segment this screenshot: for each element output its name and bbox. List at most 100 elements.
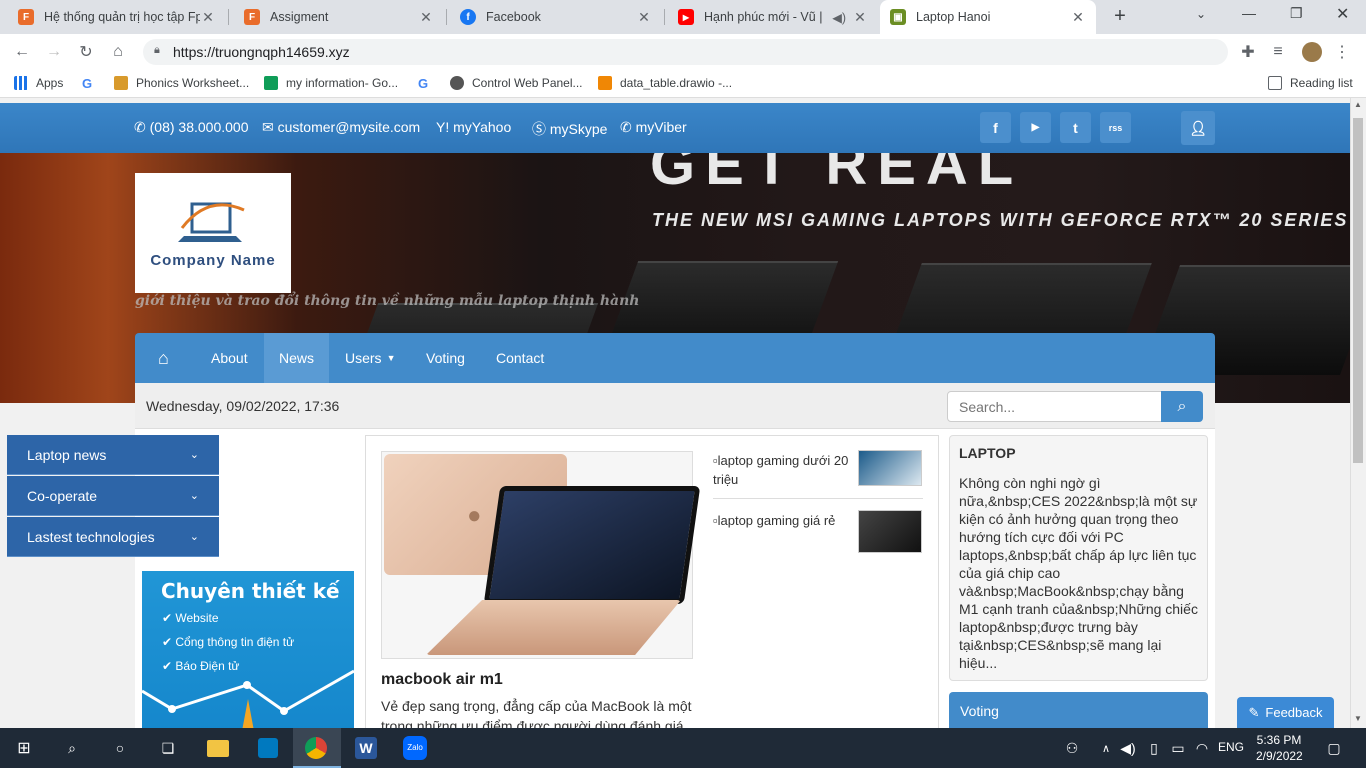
task-view-icon[interactable]: ❏ xyxy=(154,734,182,762)
chrome-icon xyxy=(305,737,327,759)
bookmark-cwp[interactable]: Control Web Panel... xyxy=(450,76,583,90)
file-explorer-icon[interactable] xyxy=(204,734,232,762)
apple-logo-icon: ● xyxy=(467,502,482,529)
windows-start-icon[interactable]: ⊞ xyxy=(10,734,38,762)
wifi-icon[interactable]: ◠ xyxy=(1188,734,1216,762)
cortana-icon[interactable]: ○ xyxy=(106,734,134,762)
tab-search-icon[interactable]: ⌄ xyxy=(1196,7,1206,21)
browser-tab[interactable]: F Hệ thống quản trị học tập Fp ✕ xyxy=(8,0,226,34)
home-icon[interactable]: ⌂ xyxy=(104,38,132,66)
new-tab-icon[interactable]: + xyxy=(1108,5,1132,29)
browser-tab-active[interactable]: ▣ Laptop Hanoi ✕ xyxy=(880,0,1096,34)
address-bar[interactable]: 🔒︎ https://truongnqph14659.xyz xyxy=(143,39,1228,65)
site-icon: ▣ xyxy=(890,9,906,25)
rss-icon[interactable]: rss xyxy=(1100,112,1131,143)
close-tab-icon[interactable]: ✕ xyxy=(636,9,652,26)
bookmark-my-information[interactable]: my information- Go... xyxy=(264,76,398,90)
speaker-icon[interactable]: ◀) xyxy=(832,10,846,25)
minimize-icon[interactable]: — xyxy=(1242,5,1256,21)
company-logo[interactable]: Company Name xyxy=(135,173,291,293)
laptop-info-box: LAPTOP Không còn nghi ngờ gì nữa,&nbsp;C… xyxy=(949,435,1208,681)
bookmark-phonics[interactable]: Phonics Worksheet... xyxy=(114,76,249,90)
skype-contact[interactable]: Ⓢ mySkype xyxy=(532,119,607,139)
reading-list[interactable]: Reading list xyxy=(1268,76,1353,90)
browser-tab[interactable]: F Assigment ✕ xyxy=(234,0,444,34)
phone-icon: ✆ xyxy=(134,119,150,135)
nav-users[interactable]: Users ▼ xyxy=(330,333,410,383)
language-indicator[interactable]: ENG xyxy=(1218,740,1244,754)
nav-home-icon[interactable]: ⌂ xyxy=(143,333,184,383)
viber-icon: ✆ xyxy=(620,119,636,135)
sheets-icon xyxy=(264,76,278,90)
feedback-button[interactable]: ✎ Feedback xyxy=(1237,697,1334,728)
chevron-down-icon: ⌄ xyxy=(189,490,199,502)
media-control-icon[interactable]: ≡ xyxy=(1264,38,1292,66)
page-scrollbar[interactable]: ▲ ▼ xyxy=(1350,98,1366,728)
browser-tab-strip: F Hệ thống quản trị học tập Fp ✕ F Assig… xyxy=(0,0,1366,34)
email-contact[interactable]: ✉ customer@mysite.com xyxy=(262,119,420,136)
reload-icon[interactable]: ↻ xyxy=(72,38,100,66)
web-page: ✆ (08) 38.000.000 ✉ customer@mysite.com … xyxy=(0,98,1350,728)
nav-news[interactable]: News xyxy=(264,333,330,383)
word-icon[interactable]: W xyxy=(352,734,380,762)
search-icon[interactable]: ⌕ xyxy=(1161,391,1203,422)
extensions-icon[interactable]: ✚ xyxy=(1234,38,1262,66)
sidebar-item-lastest-technologies[interactable]: Lastest technologies ⌄ xyxy=(7,517,219,557)
article-thumbnail[interactable] xyxy=(858,510,922,553)
scroll-up-icon[interactable]: ▲ xyxy=(1354,100,1362,109)
feature-title[interactable]: macbook air m1 xyxy=(381,671,503,689)
clock[interactable]: 5:36 PM 2/9/2022 xyxy=(1256,732,1303,764)
yahoo-contact[interactable]: Y! myYahoo xyxy=(436,119,511,135)
trello-icon[interactable] xyxy=(254,734,282,762)
avatar[interactable] xyxy=(1298,38,1326,66)
bookmark-google[interactable]: G xyxy=(82,76,100,91)
search-icon[interactable]: ⌕ xyxy=(58,734,86,762)
macbook-image[interactable]: ● xyxy=(381,451,701,659)
search-input[interactable] xyxy=(947,391,1163,422)
close-tab-icon[interactable]: ✕ xyxy=(200,9,216,26)
back-icon[interactable]: ← xyxy=(8,38,36,66)
scrollbar-thumb[interactable] xyxy=(1353,118,1363,463)
sidebar-item-co-operate[interactable]: Co-operate ⌄ xyxy=(7,476,219,516)
nav-voting[interactable]: Voting xyxy=(411,333,480,383)
volume-icon[interactable]: ◀) xyxy=(1114,734,1142,762)
menu-icon[interactable]: ⋮ xyxy=(1328,38,1356,66)
bookmark-apps[interactable]: Apps xyxy=(14,76,63,90)
zalo-icon[interactable]: Zalo xyxy=(401,734,429,762)
close-window-icon[interactable]: ✕ xyxy=(1336,4,1349,24)
twitter-icon[interactable]: t xyxy=(1060,112,1091,143)
chrome-taskbar-button[interactable] xyxy=(293,728,341,768)
sidebar-ad-banner[interactable]: Chuyên thiết kế ✔ Website ✔ Cổng thông t… xyxy=(142,571,354,728)
forward-icon[interactable]: → xyxy=(40,38,68,66)
browser-tab[interactable]: f Facebook ✕ xyxy=(450,0,662,34)
fpt-icon: F xyxy=(18,9,34,25)
browser-tab[interactable]: ▶ Hạnh phúc mới - Vũ | Lyr ◀) ✕ xyxy=(668,0,878,34)
article-thumbnail[interactable] xyxy=(858,450,922,486)
close-tab-icon[interactable]: ✕ xyxy=(418,9,434,26)
user-icon[interactable]: 👤︎ xyxy=(1181,111,1215,145)
lock-icon: 🔒︎ xyxy=(154,44,160,56)
viber-contact[interactable]: ✆ myViber xyxy=(620,119,687,136)
side-article-title[interactable]: ▫laptop gaming dưới 20 triệu xyxy=(713,451,853,489)
scroll-down-icon[interactable]: ▼ xyxy=(1354,714,1362,723)
ad-decoration-graphic xyxy=(142,669,354,728)
close-tab-icon[interactable]: ✕ xyxy=(852,9,868,26)
phone-contact[interactable]: ✆ (08) 38.000.000 xyxy=(134,119,248,136)
notification-icon[interactable]: ▢ xyxy=(1320,734,1348,762)
sidebar-item-laptop-news[interactable]: Laptop news ⌄ xyxy=(7,435,219,475)
banner-headline: GET REAL xyxy=(650,153,1024,197)
bookmark-google[interactable]: G xyxy=(418,76,436,91)
nav-contact[interactable]: Contact xyxy=(481,333,559,383)
fpt-icon: F xyxy=(244,9,260,25)
restore-icon[interactable]: ❐ xyxy=(1290,5,1303,22)
facebook-icon[interactable]: f xyxy=(980,112,1011,143)
logo-text: Company Name xyxy=(150,251,276,269)
site-tagline: giới thiệu và trao đổi thông tin về nhữn… xyxy=(135,293,640,309)
tab-separator xyxy=(664,9,665,25)
bookmark-drawio[interactable]: data_table.drawio -... xyxy=(598,76,732,90)
close-tab-icon[interactable]: ✕ xyxy=(1070,9,1086,26)
side-article-title[interactable]: ▫laptop gaming giá rẻ xyxy=(713,511,853,530)
people-icon[interactable]: ⚇ xyxy=(1058,734,1086,762)
nav-about[interactable]: About xyxy=(196,333,263,383)
youtube-icon[interactable]: ▶ xyxy=(1020,112,1051,143)
